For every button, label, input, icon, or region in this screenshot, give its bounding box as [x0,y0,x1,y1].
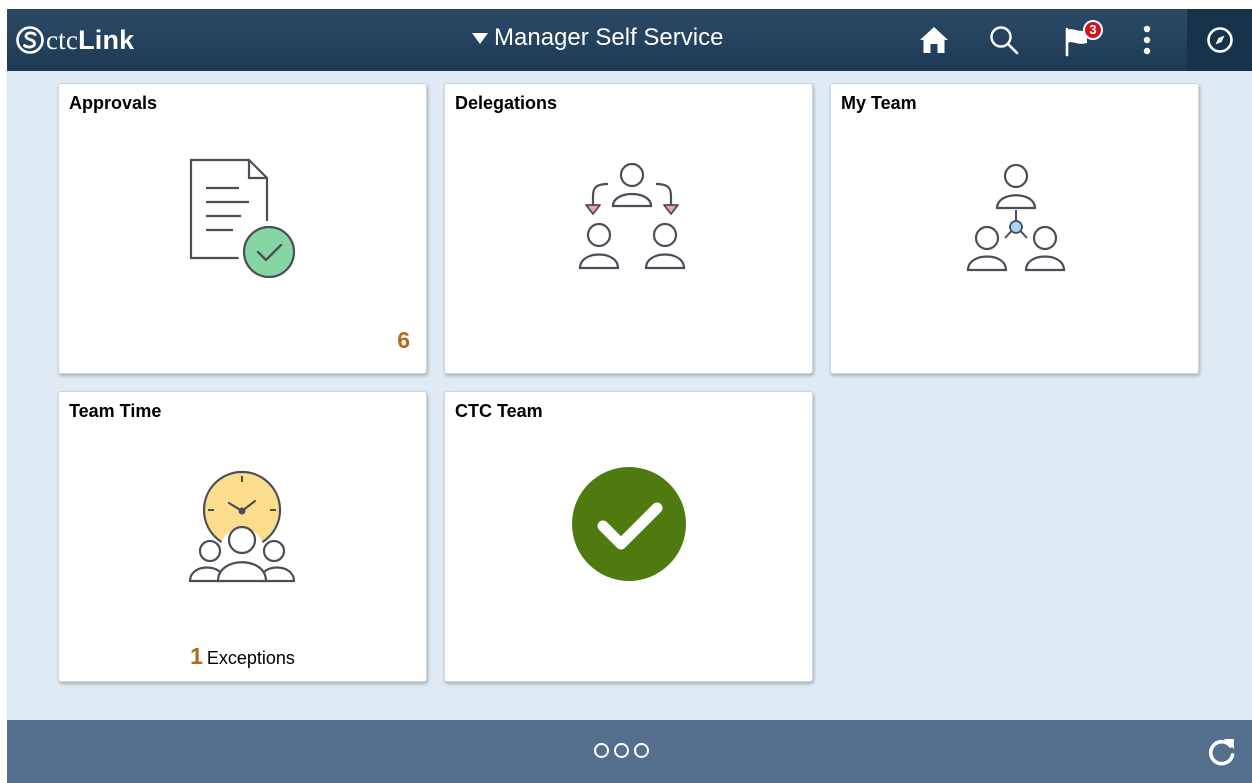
exceptions-label: Exceptions [206,648,295,668]
ctclink-logo[interactable]: ctcLink [15,22,134,58]
page-title: Manager Self Service [494,24,724,51]
approvals-count: 6 [397,327,410,353]
tile-title: Approvals [69,93,158,113]
logo-text: ctcLink [46,25,134,56]
exceptions-summary: 1 Exceptions [59,643,426,670]
tile-my-team[interactable]: My Team [830,83,1199,374]
exceptions-count: 1 [190,643,203,669]
team-hierarchy-icon [966,163,1066,272]
page-dot[interactable] [594,743,609,758]
tile-title: My Team [841,93,917,113]
home-icon [920,27,948,53]
tile-ctc-team[interactable]: CTC Team [444,391,813,682]
tile-title: Delegations [455,93,558,113]
navigator-compass-icon [1206,27,1233,53]
navigator-button[interactable] [1187,9,1252,71]
notification-badge: 3 [1083,20,1103,40]
approval-document-check-icon [189,158,299,278]
tile-team-time[interactable]: Team Time 1 Exceptions [58,391,427,682]
page-indicator [594,743,649,758]
tile-delegations[interactable]: Delegations [444,83,813,374]
page-dot[interactable] [614,743,629,758]
header-bar: ctcLink Manager Self Service 3 [7,9,1252,71]
caret-down-icon [472,33,488,44]
notifications-button[interactable]: 3 [1055,19,1105,61]
green-checkmark-icon [572,467,686,581]
search-icon [990,26,1019,55]
actions-menu-button[interactable] [1131,19,1163,61]
tile-title: CTC Team [455,401,543,421]
app-frame: ctcLink Manager Self Service 3 Approvals… [7,9,1252,783]
refresh-button[interactable] [1206,736,1238,768]
search-button[interactable] [982,19,1026,61]
more-vertical-icon [1143,25,1151,55]
home-button[interactable] [912,19,956,61]
tile-approvals[interactable]: Approvals 6 [58,83,427,374]
logo-prefix: ctc [46,24,79,55]
logo-bold: Link [78,24,135,55]
tile-title: Team Time [69,401,162,421]
ctclink-s-icon [16,26,44,54]
footer-bar [7,720,1252,783]
refresh-icon [1208,739,1235,766]
delegation-people-icon [578,162,686,270]
page-title-dropdown[interactable]: Manager Self Service [472,23,723,53]
team-clock-icon [188,470,296,583]
page-dot[interactable] [634,743,649,758]
